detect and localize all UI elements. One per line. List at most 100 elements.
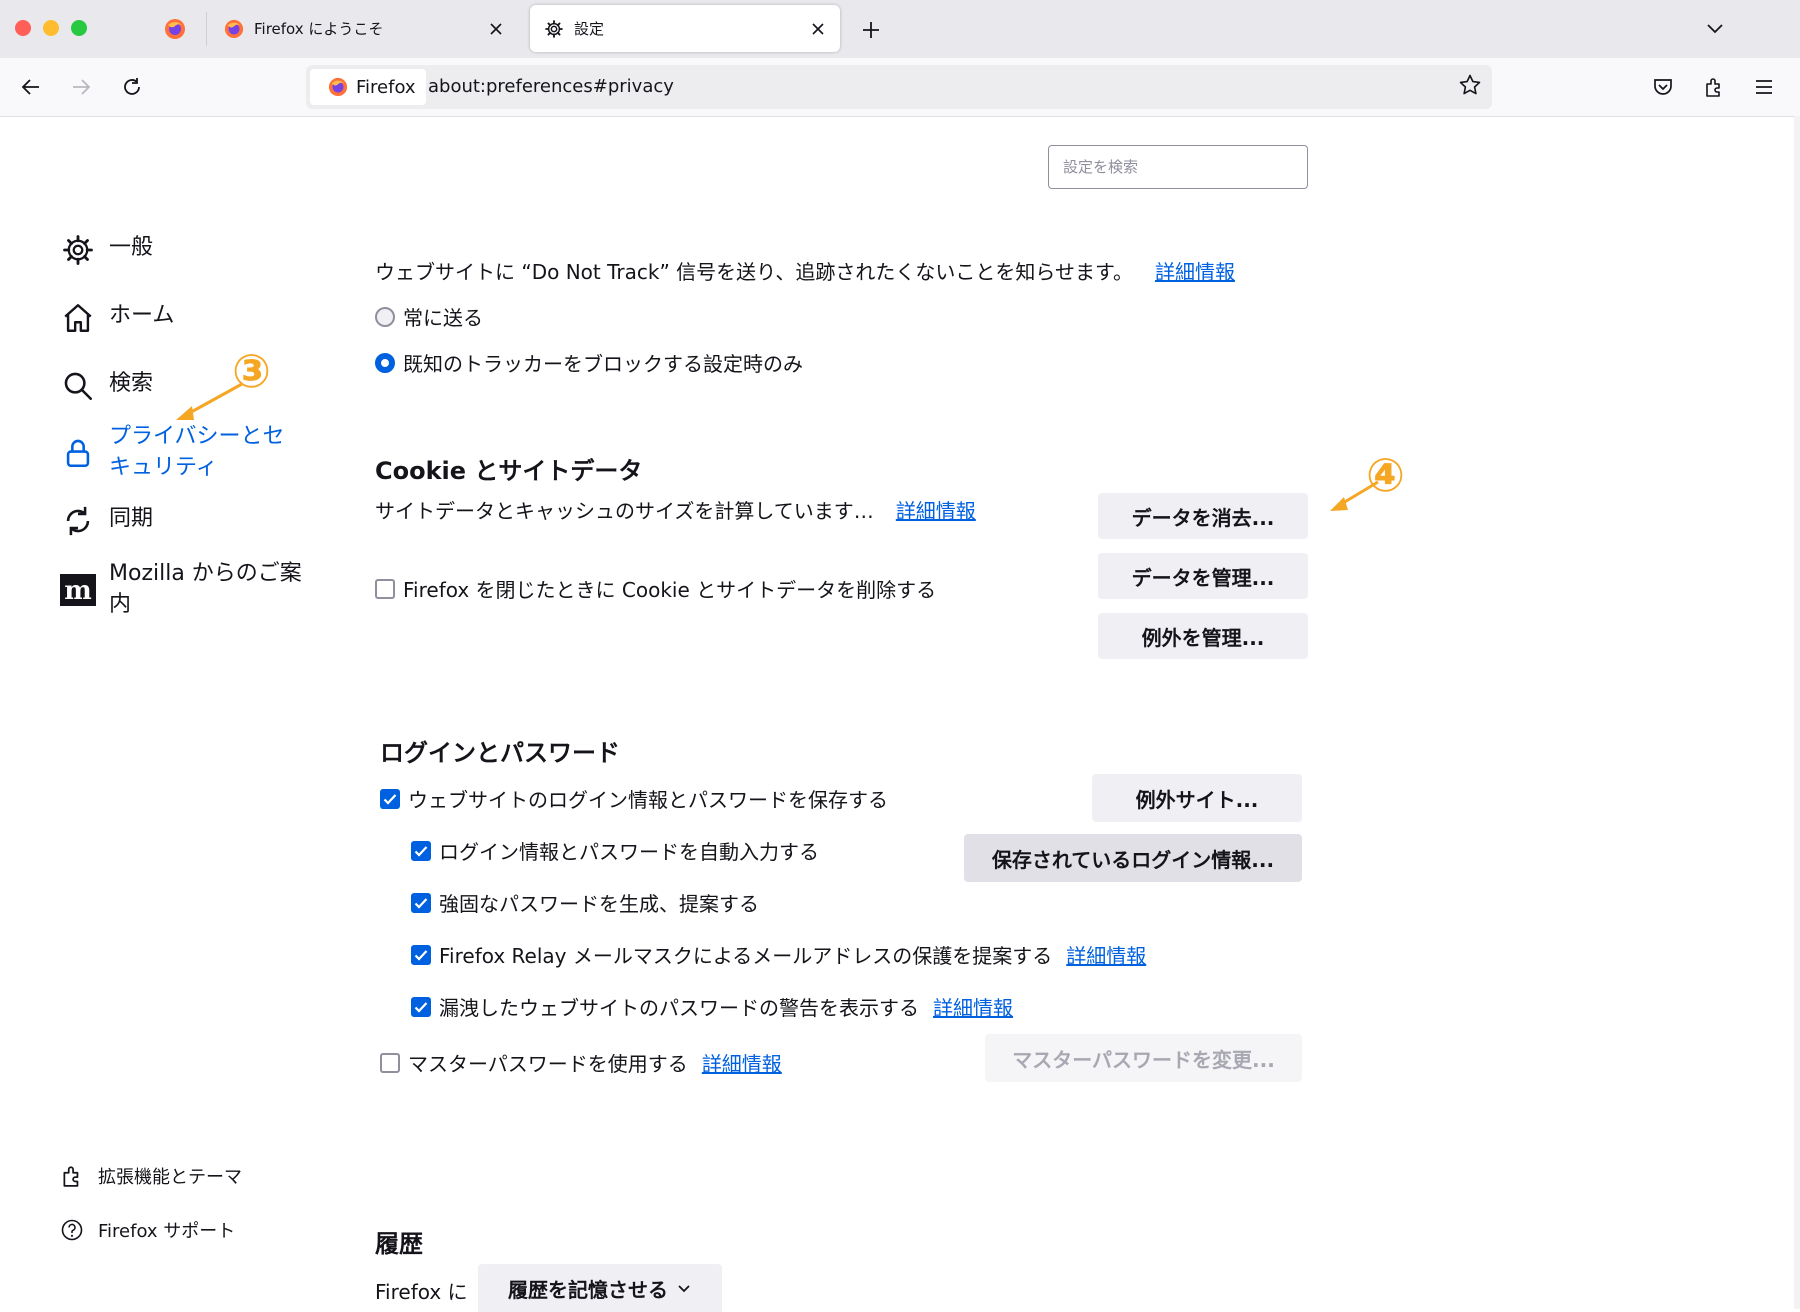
master-password-learn-more-link[interactable]: 詳細情報: [702, 1048, 782, 1077]
checkbox-label: Firefox Relay メールマスクによるメールアドレスの保護を提案する: [439, 944, 1053, 968]
pinned-tab[interactable]: [150, 8, 200, 50]
checkbox-label: 漏洩したウェブサイトのパスワードの警告を表示する: [439, 996, 919, 1020]
radio-label: 既知のトラッカーをブロックする設定時のみ: [403, 352, 803, 376]
sidebar-item-label: 検索: [109, 371, 154, 396]
list-all-tabs-button[interactable]: [1700, 13, 1730, 43]
puzzle-icon: [1703, 76, 1725, 98]
generate-passwords-checkbox[interactable]: [411, 892, 431, 913]
breach-alerts-checkbox[interactable]: [411, 996, 431, 1017]
settings-search-input[interactable]: [1048, 145, 1308, 189]
checkmark-icon: [414, 897, 428, 909]
breach-alerts-row[interactable]: 漏洩したウェブサイトのパスワードの警告を表示する 詳細情報: [411, 992, 1013, 1021]
url-bar[interactable]: Firefox about:preferences#privacy: [306, 65, 1492, 109]
radio-label: 常に送る: [403, 306, 483, 330]
window-close-button[interactable]: [15, 20, 31, 36]
cookies-size-row: サイトデータとキャッシュのサイズを計算しています… 詳細情報: [375, 495, 976, 524]
bookmark-star-icon[interactable]: [1458, 73, 1482, 97]
breach-learn-more-link[interactable]: 詳細情報: [933, 992, 1013, 1021]
generate-passwords-row[interactable]: 強固なパスワードを生成、提案する: [411, 888, 759, 917]
manage-data-button[interactable]: データを管理...: [1098, 553, 1308, 599]
master-password-checkbox[interactable]: [380, 1052, 400, 1073]
clear-data-button[interactable]: データを消去...: [1098, 493, 1308, 539]
sidebar-footer-label: 拡張機能とテーマ: [98, 1167, 242, 1188]
sync-icon: [60, 503, 96, 539]
sidebar-item-privacy-security[interactable]: プライバシーとセ キュリティ: [60, 421, 285, 483]
sidebar-link-addons[interactable]: 拡張機能とテーマ: [60, 1163, 242, 1189]
cookies-learn-more-link[interactable]: 詳細情報: [896, 499, 976, 523]
autofill-logins-checkbox[interactable]: [411, 840, 431, 861]
dnt-option-always[interactable]: 常に送る: [375, 302, 483, 331]
annotation-arrow-icon: [176, 382, 243, 420]
login-exceptions-button[interactable]: 例外サイト...: [1092, 774, 1302, 822]
gear-icon: [60, 232, 96, 268]
sidebar-item-label: ホーム: [109, 303, 175, 328]
pocket-button[interactable]: [1645, 69, 1681, 105]
save-logins-checkbox[interactable]: [380, 788, 400, 809]
window-zoom-button[interactable]: [71, 20, 87, 36]
relay-suggest-row[interactable]: Firefox Relay メールマスクによるメールアドレスの保護を提案する 詳…: [411, 940, 1146, 969]
logins-section-title: ログインとパスワード: [380, 739, 620, 767]
app-menu-button[interactable]: [1746, 69, 1782, 105]
sidebar-item-search[interactable]: 検索: [60, 368, 153, 404]
search-icon: [60, 368, 96, 404]
manage-exceptions-button[interactable]: 例外を管理...: [1098, 613, 1308, 659]
checkbox-label: マスターパスワードを使用する: [408, 1052, 688, 1076]
forward-button[interactable]: [63, 69, 99, 105]
history-section-title: 履歴: [375, 1230, 423, 1258]
history-mode-value: 履歴を記憶させる: [508, 1277, 668, 1302]
annotation-arrow-icon: [1330, 480, 1379, 511]
window-minimize-button[interactable]: [43, 20, 59, 36]
change-master-password-button: マスターパスワードを変更...: [985, 1034, 1302, 1082]
checkbox-label: ウェブサイトのログイン情報とパスワードを保存する: [408, 788, 888, 812]
history-mode-select[interactable]: 履歴を記憶させる: [478, 1264, 722, 1312]
sidebar-item-general[interactable]: 一般: [60, 232, 153, 268]
delete-cookies-on-close-checkbox[interactable]: [375, 578, 395, 599]
window-right-edge: [1794, 116, 1800, 1309]
tab-settings[interactable]: 設定: [530, 5, 840, 52]
dnt-description-row: ウェブサイトに “Do Not Track” 信号を送り、追跡されたくないことを…: [375, 256, 1235, 285]
checkmark-icon: [383, 793, 397, 805]
tab-label: 設定: [574, 20, 605, 38]
firefox-logo-icon: [328, 77, 348, 97]
firefox-logo-icon: [224, 19, 244, 39]
sidebar-item-sync[interactable]: 同期: [60, 503, 153, 539]
saved-logins-button[interactable]: 保存されているログイン情報...: [964, 834, 1302, 882]
arrow-left-icon: [20, 76, 42, 98]
master-password-row[interactable]: マスターパスワードを使用する 詳細情報: [380, 1048, 782, 1077]
close-icon[interactable]: [484, 17, 508, 41]
relay-suggest-checkbox[interactable]: [411, 944, 431, 965]
dnt-option-only-when-blocking[interactable]: 既知のトラッカーをブロックする設定時のみ: [375, 348, 803, 377]
cookies-size-text: サイトデータとキャッシュのサイズを計算しています…: [375, 499, 874, 523]
history-prefix: Firefox に: [375, 1280, 468, 1304]
gear-icon: [544, 19, 564, 39]
new-tab-button[interactable]: [856, 15, 886, 45]
delete-cookies-on-close-row[interactable]: Firefox を閉じたときに Cookie とサイトデータを削除する: [375, 574, 936, 603]
chevron-down-icon: [1705, 18, 1725, 38]
cookies-section-title: Cookie とサイトデータ: [375, 457, 643, 485]
sidebar-item-home[interactable]: ホーム: [60, 300, 174, 336]
arrow-right-icon: [70, 76, 92, 98]
chevron-down-icon: [676, 1280, 692, 1296]
tab-welcome[interactable]: Firefox にようこそ: [210, 5, 518, 52]
radio-button[interactable]: [375, 306, 395, 327]
extensions-button[interactable]: [1696, 69, 1732, 105]
checkmark-icon: [414, 845, 428, 857]
sidebar-link-support[interactable]: Firefox サポート: [60, 1217, 235, 1243]
identity-box[interactable]: Firefox: [310, 69, 426, 105]
autofill-logins-row[interactable]: ログイン情報とパスワードを自動入力する: [411, 836, 819, 865]
reload-button[interactable]: [114, 69, 150, 105]
tab-strip: Firefox にようこそ 設定: [0, 0, 1800, 58]
relay-learn-more-link[interactable]: 詳細情報: [1066, 940, 1146, 969]
radio-button[interactable]: [375, 352, 395, 373]
tab-separator: [206, 12, 207, 46]
back-button[interactable]: [13, 69, 49, 105]
save-logins-row[interactable]: ウェブサイトのログイン情報とパスワードを保存する: [380, 784, 888, 813]
sidebar-item-mozilla[interactable]: m Mozilla からのご案 内: [60, 558, 302, 620]
sidebar-item-label: 一般: [109, 235, 154, 260]
dnt-learn-more-link[interactable]: 詳細情報: [1155, 260, 1235, 284]
close-icon[interactable]: [806, 17, 830, 41]
checkmark-icon: [414, 1001, 428, 1013]
url-text[interactable]: about:preferences#privacy: [428, 76, 674, 97]
checkbox-label: 強固なパスワードを生成、提案する: [439, 892, 759, 916]
sidebar-item-label: Mozilla からのご案 内: [109, 561, 302, 617]
